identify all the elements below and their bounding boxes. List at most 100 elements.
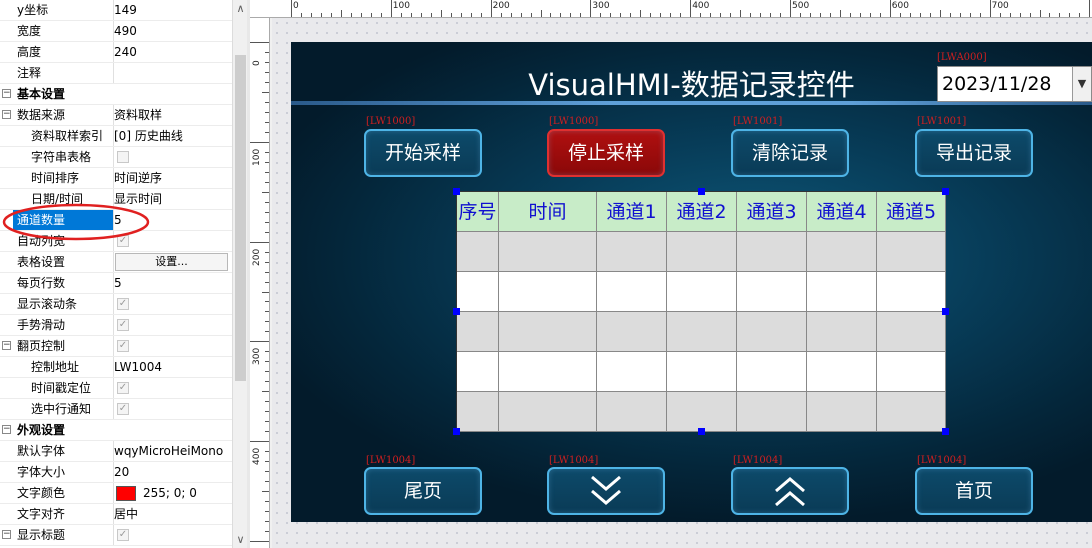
property-row[interactable]: 字体大小 20 (0, 462, 232, 483)
collapse-toggle-icon[interactable]: − (2, 425, 11, 434)
scroll-up-arrow[interactable]: ∧ (233, 0, 248, 17)
property-value[interactable]: LW1004 (114, 357, 162, 377)
table-row[interactable] (457, 312, 946, 352)
resize-handle[interactable] (942, 188, 949, 195)
table-cell[interactable] (457, 232, 499, 271)
property-value[interactable]: 255; 0; 0 (143, 483, 197, 503)
table-cell[interactable] (737, 352, 807, 391)
property-value[interactable]: 5 (114, 273, 122, 293)
property-checkbox[interactable]: ✓ (117, 340, 129, 352)
table-cell[interactable] (597, 312, 667, 351)
clear-records-button[interactable]: 清除记录 (731, 129, 849, 177)
table-cell[interactable] (877, 352, 946, 391)
resize-handle[interactable] (942, 428, 949, 435)
property-row[interactable]: 每页行数 5 (0, 273, 232, 294)
table-cell[interactable] (499, 272, 597, 311)
first-page-button[interactable]: 首页 (915, 467, 1033, 515)
table-row[interactable] (457, 232, 946, 272)
property-value[interactable]: wqyMicroHeiMono (114, 441, 223, 461)
stop-sampling-button[interactable]: 停止采样 (547, 129, 665, 177)
table-row[interactable] (457, 352, 946, 392)
table-row[interactable] (457, 392, 946, 432)
table-cell[interactable] (597, 232, 667, 271)
property-value[interactable]: 240 (114, 42, 137, 62)
property-value[interactable]: [0] 历史曲线 (114, 126, 183, 146)
property-checkbox[interactable]: ✓ (117, 298, 129, 310)
property-row[interactable]: 宽度 490 (0, 21, 232, 42)
property-value[interactable]: 居中 (114, 504, 138, 524)
table-cell[interactable] (499, 352, 597, 391)
property-row[interactable]: 时间戳定位 ✓ (0, 378, 232, 399)
property-row[interactable]: 字符串表格 (0, 147, 232, 168)
table-header-cell[interactable]: 序号 (457, 192, 499, 232)
data-record-table[interactable]: 序号 时间 通道1 通道2 通道3 通道4 通道5 (453, 188, 949, 435)
table-header-cell[interactable]: 通道1 (597, 192, 667, 232)
property-value[interactable]: 时间逆序 (114, 168, 162, 188)
property-row[interactable]: 时间排序 时间逆序 (0, 168, 232, 189)
table-cell[interactable] (457, 312, 499, 351)
table-cell[interactable] (807, 392, 877, 431)
table-row[interactable] (457, 272, 946, 312)
table-cell[interactable] (457, 272, 499, 311)
collapse-toggle-icon[interactable]: − (2, 110, 11, 119)
property-row[interactable]: 显示滚动条 ✓ (0, 294, 232, 315)
color-swatch[interactable] (116, 486, 136, 501)
property-value[interactable]: 149 (114, 0, 137, 20)
table-cell[interactable] (597, 352, 667, 391)
property-row[interactable]: y坐标 149 (0, 0, 232, 21)
table-cell[interactable] (499, 392, 597, 431)
table-cell[interactable] (737, 392, 807, 431)
property-row[interactable]: 表格设置 设置... (0, 252, 232, 273)
table-cell[interactable] (667, 312, 737, 351)
property-panel-scrollbar[interactable]: ∧ ∨ (232, 0, 247, 548)
resize-handle[interactable] (453, 428, 460, 435)
table-cell[interactable] (877, 272, 946, 311)
property-checkbox[interactable]: ✓ (117, 529, 129, 541)
property-row[interactable]: 注释 (0, 63, 232, 84)
table-cell[interactable] (877, 232, 946, 271)
last-page-button[interactable]: 尾页 (364, 467, 482, 515)
dropdown-arrow-icon[interactable]: ▼ (1072, 67, 1091, 101)
page-down-button[interactable] (547, 467, 665, 515)
property-row[interactable]: − 基本设置 (0, 84, 232, 105)
resize-handle[interactable] (698, 428, 705, 435)
collapse-toggle-icon[interactable]: − (2, 89, 11, 98)
property-row[interactable]: 文字对齐 居中 (0, 504, 232, 525)
property-row[interactable]: 选中行通知 ✓ (0, 399, 232, 420)
table-cell[interactable] (597, 272, 667, 311)
property-checkbox[interactable] (117, 151, 129, 163)
property-value[interactable]: 资料取样 (114, 105, 162, 125)
property-row[interactable]: − 外观设置 (0, 420, 232, 441)
property-row[interactable]: 手势滑动 ✓ (0, 315, 232, 336)
property-value[interactable]: 20 (114, 462, 129, 482)
property-checkbox[interactable]: ✓ (117, 382, 129, 394)
table-cell[interactable] (807, 312, 877, 351)
table-cell[interactable] (457, 352, 499, 391)
table-cell[interactable] (877, 312, 946, 351)
property-checkbox[interactable]: ✓ (117, 403, 129, 415)
property-row[interactable]: − 翻页控制 ✓ (0, 336, 232, 357)
table-settings-button[interactable]: 设置... (115, 253, 228, 271)
table-cell[interactable] (807, 352, 877, 391)
resize-handle[interactable] (453, 308, 460, 315)
table-cell[interactable] (499, 312, 597, 351)
property-row[interactable]: 文字颜色 255; 0; 0 (0, 483, 232, 504)
property-row[interactable]: 默认字体 wqyMicroHeiMono (0, 441, 232, 462)
table-cell[interactable] (807, 272, 877, 311)
collapse-toggle-icon[interactable]: − (2, 341, 11, 350)
page-up-button[interactable] (731, 467, 849, 515)
table-header-cell[interactable]: 时间 (499, 192, 597, 232)
table-header-cell[interactable]: 通道2 (667, 192, 737, 232)
table-cell[interactable] (667, 232, 737, 271)
property-checkbox[interactable]: ✓ (117, 319, 129, 331)
table-cell[interactable] (877, 392, 946, 431)
table-cell[interactable] (667, 272, 737, 311)
scroll-down-arrow[interactable]: ∨ (233, 531, 248, 548)
resize-handle[interactable] (698, 188, 705, 195)
export-records-button[interactable]: 导出记录 (915, 129, 1033, 177)
table-cell[interactable] (737, 312, 807, 351)
date-select[interactable]: 2023/11/28 ▼ (937, 66, 1092, 102)
property-value[interactable]: 490 (114, 21, 137, 41)
table-header-cell[interactable]: 通道4 (807, 192, 877, 232)
table-cell[interactable] (737, 272, 807, 311)
